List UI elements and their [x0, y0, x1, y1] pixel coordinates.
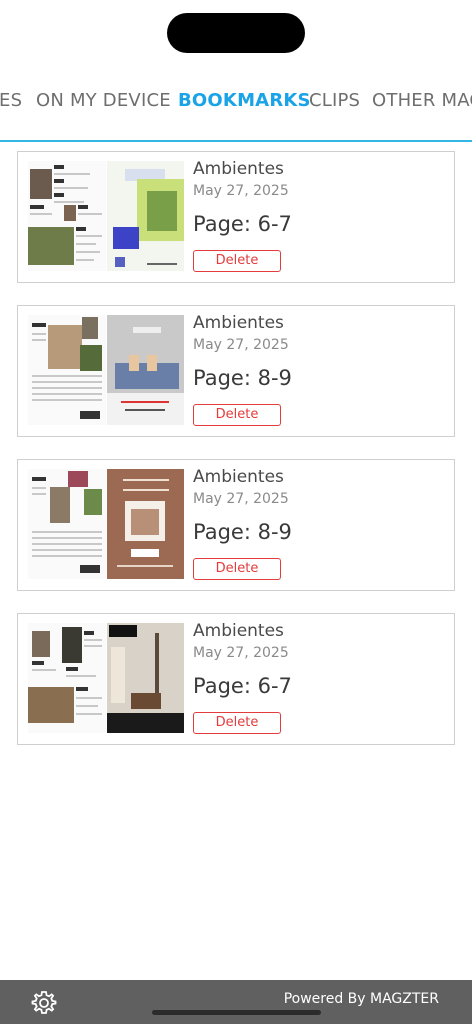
page-thumbnail-right — [107, 623, 184, 733]
bookmark-card[interactable]: Ambientes May 27, 2025 Page: 6-7 Delete — [17, 613, 455, 745]
page-thumbnail-right — [107, 315, 184, 425]
delete-button[interactable]: Delete — [193, 712, 281, 734]
page-thumbnail-left — [28, 315, 106, 425]
bookmark-date: May 27, 2025 — [193, 183, 289, 199]
gear-icon[interactable] — [30, 989, 58, 1017]
page-thumbnail-right — [107, 469, 184, 579]
bookmark-card[interactable]: Ambientes May 27, 2025 Page: 6-7 Delete — [17, 151, 455, 283]
footer-bar: Powered By MAGZTER — [0, 980, 472, 1024]
magazine-title: Ambientes — [193, 159, 284, 179]
tab-bookmarks[interactable]: BOOKMARKS — [178, 84, 311, 118]
page-thumbnail-right — [107, 161, 184, 271]
tab-clips[interactable]: CLIPS — [309, 84, 360, 118]
magazine-title: Ambientes — [193, 313, 284, 333]
bookmark-card[interactable]: Ambientes May 27, 2025 Page: 8-9 Delete — [17, 459, 455, 591]
delete-button[interactable]: Delete — [193, 404, 281, 426]
tab-magazines[interactable]: ES — [0, 84, 22, 118]
page-thumbnail-left — [28, 469, 106, 579]
magazine-title: Ambientes — [193, 621, 284, 641]
page-thumbnail-left — [28, 623, 106, 733]
dynamic-island — [167, 13, 305, 53]
magazine-title: Ambientes — [193, 467, 284, 487]
powered-by-label: Powered By MAGZTER — [283, 991, 439, 1007]
bookmark-page: Page: 8-9 — [193, 520, 292, 544]
bookmark-card[interactable]: Ambientes May 27, 2025 Page: 8-9 Delete — [17, 305, 455, 437]
bookmark-date: May 27, 2025 — [193, 337, 289, 353]
bookmark-date: May 27, 2025 — [193, 645, 289, 661]
bookmark-date: May 27, 2025 — [193, 491, 289, 507]
bookmark-page: Page: 6-7 — [193, 212, 292, 236]
tab-other-magazines[interactable]: OTHER MAG — [372, 84, 472, 118]
delete-button[interactable]: Delete — [193, 558, 281, 580]
tab-underline — [0, 140, 472, 142]
page-thumbnail-left — [28, 161, 106, 271]
bookmark-page: Page: 6-7 — [193, 674, 292, 698]
tab-on-my-device[interactable]: ON MY DEVICE — [36, 84, 171, 118]
bookmark-page: Page: 8-9 — [193, 366, 292, 390]
home-indicator[interactable] — [152, 1010, 321, 1015]
delete-button[interactable]: Delete — [193, 250, 281, 272]
tab-bar: ES ON MY DEVICE BOOKMARKS CLIPS OTHER MA… — [0, 84, 472, 118]
